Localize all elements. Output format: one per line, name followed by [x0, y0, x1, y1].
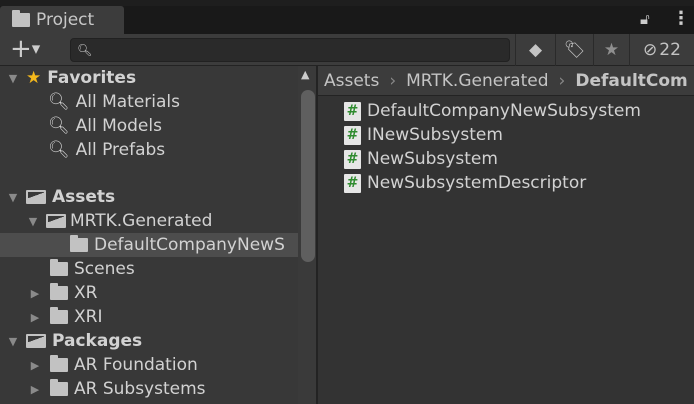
tree-label: All Materials [75, 92, 180, 112]
hidden-packages-button[interactable]: ⊘ 22 [629, 34, 694, 66]
tree-item-selected[interactable]: DefaultCompanyNewS [0, 233, 298, 257]
tree-label: AR Subsystems [74, 379, 206, 399]
csharp-script-icon: # [344, 149, 361, 169]
tree-label: AR Foundation [74, 355, 198, 375]
file-name: INewSubsystem [367, 125, 503, 145]
folder-open-icon [26, 190, 46, 204]
tree-label: Favorites [47, 68, 137, 88]
expand-arrow-icon[interactable]: ▼ [26, 215, 40, 228]
expand-arrow-icon[interactable]: ▶ [28, 311, 42, 324]
csharp-script-icon: # [344, 173, 361, 193]
eye-hidden-icon: ⊘ [643, 40, 658, 60]
csharp-script-icon: # [344, 101, 361, 121]
tab-bar: Project 🔓︎ ⋮ [0, 6, 694, 34]
tree-label: Scenes [74, 259, 135, 279]
chevron-right-icon: › [389, 70, 397, 91]
csharp-script-icon: # [344, 125, 361, 145]
tree-packages[interactable]: ▼ Packages [0, 329, 298, 353]
chevron-right-icon: › [558, 70, 566, 91]
folder-icon [12, 10, 30, 27]
tree-item[interactable]: 🔍︎ All Materials [0, 90, 298, 114]
tree-item[interactable]: ▼ MRTK.Generated [0, 209, 298, 233]
tree-label: Assets [52, 187, 116, 207]
search-input[interactable]: 🔍︎ [70, 38, 510, 62]
tree-label: All Models [75, 116, 162, 136]
toolbar: +▼ 🔍︎ ◆ 🏷︎ ★ ⊘ 22 [0, 34, 694, 66]
folder-icon [50, 283, 68, 300]
file-name: NewSubsystemDescriptor [367, 173, 587, 193]
expand-arrow-icon[interactable]: ▶ [28, 287, 42, 300]
file-item[interactable]: # NewSubsystemDescriptor [344, 171, 586, 195]
tree-item[interactable]: 🔍︎ All Models [0, 114, 298, 138]
search-by-type-button[interactable]: ◆ [515, 34, 555, 66]
expand-arrow-icon[interactable]: ▼ [6, 191, 20, 204]
tree-item[interactable]: ▶ AR Subsystems [0, 377, 298, 401]
tree-item[interactable]: Scenes [0, 257, 298, 281]
tree-favorites[interactable]: ▼ ★ Favorites [0, 66, 298, 90]
star-icon: ★ [26, 68, 42, 88]
tree-assets[interactable]: ▼ Assets [0, 185, 298, 209]
hidden-count: 22 [659, 40, 681, 60]
search-icon: 🔍︎ [48, 116, 70, 136]
file-item[interactable]: # INewSubsystem [344, 123, 503, 147]
tree-label: Packages [52, 331, 143, 351]
breadcrumb: Assets › MRTK.Generated › DefaultCom [318, 66, 694, 96]
expand-arrow-icon[interactable]: ▼ [6, 335, 20, 348]
chevron-down-icon: ▼ [31, 42, 41, 56]
tree-item[interactable]: 🔍︎ All Prefabs [0, 138, 298, 162]
tree-label: XRI [74, 307, 103, 327]
search-icon: 🔍︎ [48, 92, 70, 112]
tree-label: All Prefabs [75, 140, 166, 160]
lock-icon[interactable]: 🔓︎ [640, 10, 650, 28]
tab-project[interactable]: Project [0, 6, 124, 34]
file-item[interactable]: # NewSubsystem [344, 147, 498, 171]
tree-label: XR [74, 283, 98, 303]
tree-item[interactable]: ▶ AR Foundation [0, 353, 298, 377]
folder-tree: ▼ ★ Favorites 🔍︎ All Materials 🔍︎ All Models… [0, 66, 316, 404]
search-by-label-button[interactable]: 🏷︎ [555, 34, 593, 66]
scrollbar-thumb[interactable] [301, 90, 315, 262]
file-name: DefaultCompanyNewSubsystem [367, 101, 641, 121]
tag-icon: 🏷︎ [563, 40, 586, 60]
search-icon: 🔍︎ [77, 43, 93, 57]
tree-item[interactable]: ▶ XRI [0, 305, 298, 329]
folder-icon [50, 259, 68, 276]
folder-icon [50, 307, 68, 324]
create-button[interactable]: +▼ [10, 35, 40, 64]
folder-icon [50, 355, 68, 372]
breadcrumb-current[interactable]: DefaultCom [575, 71, 687, 91]
folder-open-icon [46, 214, 66, 228]
file-item[interactable]: # DefaultCompanyNewSubsystem [344, 99, 641, 123]
file-list-panel: Assets › MRTK.Generated › DefaultCom # De… [318, 66, 694, 404]
breadcrumb-item[interactable]: Assets [324, 71, 379, 91]
favorites-filter-button[interactable]: ★ [593, 34, 629, 66]
more-options-icon[interactable]: ⋮ [672, 8, 690, 29]
file-name: NewSubsystem [367, 149, 498, 169]
star-icon: ★ [603, 40, 620, 60]
folder-icon [70, 235, 88, 252]
shapes-icon: ◆ [528, 40, 543, 60]
folder-open-icon [26, 334, 46, 348]
expand-arrow-icon[interactable]: ▶ [28, 383, 42, 396]
tree-label: MRTK.Generated [70, 211, 213, 231]
tree-item[interactable]: ▶ XR [0, 281, 298, 305]
expand-arrow-icon[interactable]: ▶ [28, 359, 42, 372]
folder-icon [50, 379, 68, 396]
scroll-up-icon[interactable]: ▲ [301, 68, 309, 81]
search-icon: 🔍︎ [48, 140, 70, 160]
breadcrumb-item[interactable]: MRTK.Generated [406, 71, 548, 91]
tree-label: DefaultCompanyNewS [94, 235, 285, 255]
expand-arrow-icon[interactable]: ▼ [6, 72, 20, 85]
tab-title: Project [36, 10, 95, 30]
